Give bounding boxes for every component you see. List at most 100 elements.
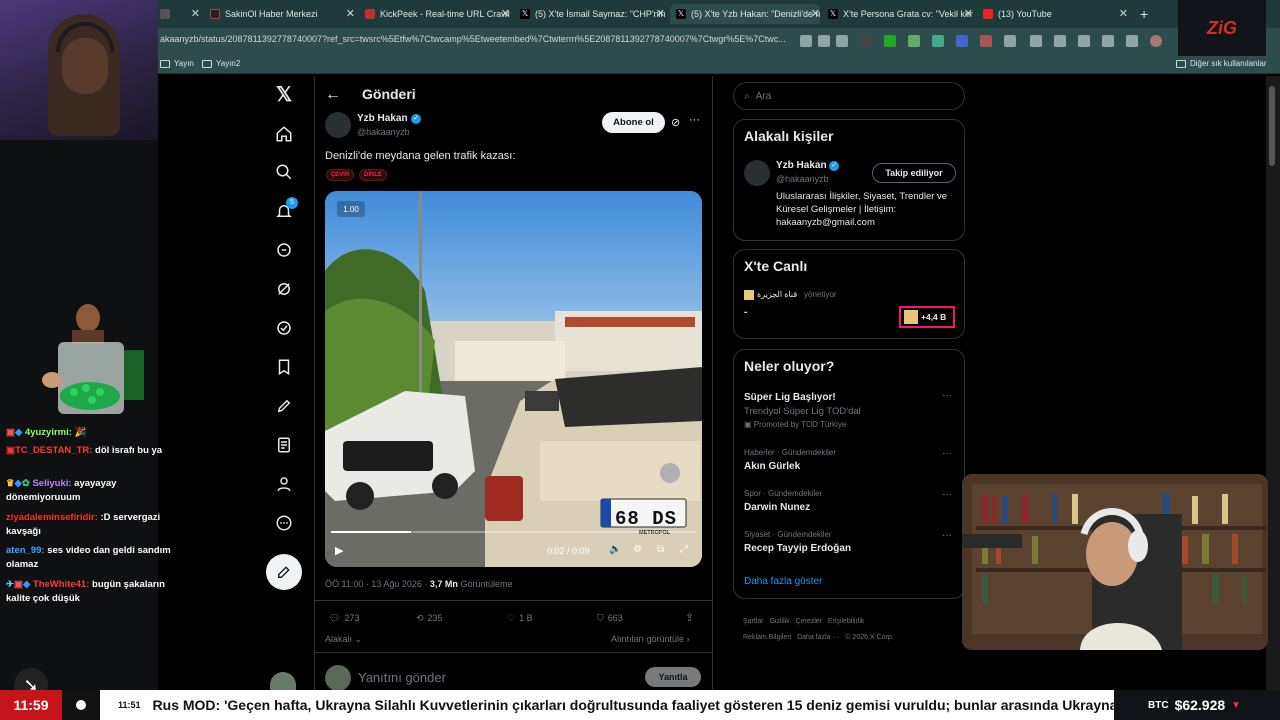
split-screen-icon[interactable] (1030, 35, 1042, 47)
repost-icon: ⟲ (416, 613, 424, 623)
compose-button[interactable] (266, 554, 302, 590)
reader-icon[interactable] (800, 35, 812, 47)
playback-speed[interactable]: 1.00 (337, 201, 365, 217)
url-text[interactable]: akaanyzb/status/2087811392778740007?ref_… (160, 34, 786, 44)
listen-chip[interactable]: DİNLE (359, 169, 387, 181)
person-handle[interactable]: @hakaanyzb (776, 174, 829, 184)
scrollbar[interactable] (1266, 76, 1280, 690)
home-icon[interactable] (272, 122, 296, 146)
reply-submit-button[interactable]: Yanıtla (645, 667, 701, 687)
extension-icon[interactable] (932, 35, 944, 47)
scrollbar-thumb[interactable] (1269, 86, 1275, 166)
notifications-icon[interactable]: 5 (272, 197, 298, 223)
chat-message: ▣◆ 4yuzyirmi: 🎉 (6, 427, 87, 438)
translate-chip[interactable]: ÇEVİR (326, 169, 354, 181)
live-listeners[interactable]: +4,4 B (899, 306, 955, 328)
search-box[interactable]: ⌕ Ara (733, 82, 965, 110)
bookmark-yayin2[interactable]: Yayın2 (202, 59, 240, 68)
share-icon[interactable]: ⇪ (685, 611, 694, 624)
favorites-icon[interactable] (1054, 35, 1066, 47)
address-bar[interactable]: akaanyzb/status/2087811392778740007?ref_… (0, 28, 1280, 54)
account-avatar[interactable] (270, 672, 296, 690)
video-player[interactable]: 1.00 68 DS METROPOL ▶ 0:02 / 0:09 🔈 ⚙ ⧉ … (325, 191, 702, 567)
more-options-icon[interactable]: ··· (689, 114, 700, 126)
rocket-icon[interactable] (272, 394, 296, 418)
trend-item[interactable]: Süper Lig Başlıyor! Trendyol Süper Lig T… (734, 388, 964, 438)
bookmarks-icon[interactable] (272, 355, 296, 379)
lists-icon[interactable] (272, 433, 296, 457)
verified-icon[interactable] (272, 316, 296, 340)
page-title: Gönderi (362, 86, 416, 102)
extension-icon[interactable] (980, 35, 992, 47)
downloads-icon[interactable] (1126, 35, 1138, 47)
extension-icon[interactable] (908, 35, 920, 47)
fullscreen-icon[interactable]: ⤢ (680, 544, 688, 555)
close-icon[interactable]: ✕ (346, 7, 355, 20)
view-quotes-link[interactable]: Alıntıları görüntüle › (611, 634, 690, 644)
x-logo-icon[interactable]: 𝕏 (272, 82, 296, 106)
stream-clock: 11:59 (0, 690, 62, 720)
close-icon[interactable]: ✕ (501, 7, 510, 20)
grok-icon[interactable]: ⊘ (671, 116, 680, 129)
more-icon[interactable] (272, 511, 296, 535)
grok-icon[interactable] (272, 238, 296, 262)
show-more-link[interactable]: Daha fazla göster (744, 576, 822, 587)
author-handle[interactable]: @hakaanyzb (357, 127, 410, 137)
collections-icon[interactable] (1078, 35, 1090, 47)
tab-kickpeek[interactable]: KickPeek - Real-time URL Crawler ✕ (365, 4, 510, 24)
tab-pinned[interactable]: ✕ (160, 4, 200, 24)
extension-icon[interactable] (860, 35, 872, 47)
bookmark-button[interactable]: ⛉ 663 (597, 613, 623, 624)
tab-youtube[interactable]: (13) YouTube ✕ (983, 4, 1128, 24)
author-avatar[interactable] (325, 112, 351, 138)
tab-yzb-hakan[interactable]: 𝕏 (5) X'te Yzb Hakan: "Denizli'de m... ✕ (670, 4, 820, 24)
video-progress-track[interactable] (331, 531, 696, 533)
extension-icon[interactable] (956, 35, 968, 47)
settings-icon[interactable]: ⚙ (633, 544, 642, 555)
card-title: Alakalı kişiler (744, 128, 834, 144)
host-name[interactable]: قناة الجزيرة (757, 290, 797, 299)
trend-item[interactable]: Spor · Gündemdekiler Darwin Nunez ··· (734, 489, 964, 525)
subscribe-button[interactable]: Abone ol (602, 112, 665, 133)
volume-icon[interactable]: 🔈 (609, 544, 621, 555)
following-button[interactable]: Takip ediliyor (872, 163, 956, 183)
tab-sakinol[interactable]: SakinOl Haber Merkezi ✕ (210, 4, 355, 24)
profile-icon[interactable] (272, 472, 296, 496)
reply-input[interactable]: Yanıtını gönder (358, 670, 446, 685)
communities-icon[interactable] (272, 277, 296, 301)
trend-item[interactable]: Siyaset · Gündemdekiler Recep Tayyip Erd… (734, 530, 964, 566)
play-icon[interactable]: ▶ (335, 544, 343, 557)
extensions-puzzle-icon[interactable] (1004, 35, 1016, 47)
close-icon[interactable]: ✕ (1119, 7, 1128, 20)
close-icon[interactable]: ✕ (811, 7, 820, 20)
more-options-icon[interactable]: ··· (942, 530, 952, 541)
more-options-icon[interactable]: ··· (942, 448, 952, 459)
bookmark-other[interactable]: Diğer sık kullanılanlar (1176, 59, 1266, 68)
star-icon[interactable] (836, 35, 848, 47)
tab-persona-grata[interactable]: 𝕏 X'te Persona Grata cv: "Vekil kimi... ✕ (828, 4, 973, 24)
close-icon[interactable]: ✕ (656, 7, 665, 20)
person-avatar[interactable] (744, 160, 770, 186)
search-input[interactable]: Ara (756, 91, 772, 102)
trend-item[interactable]: Haberler · Gündemdekiler Akın Gürlek ··· (734, 448, 964, 484)
like-button[interactable]: ♡ 1 B (507, 613, 533, 624)
read-aloud-icon[interactable] (818, 35, 830, 47)
more-options-icon[interactable]: ··· (942, 390, 952, 401)
search-icon[interactable] (272, 160, 296, 184)
pip-icon[interactable]: ⧉ (657, 544, 664, 555)
back-arrow-icon[interactable]: ← (325, 86, 341, 104)
reply-button[interactable]: 💬︎ 273 (329, 613, 359, 624)
person-name[interactable]: Yzb Hakan (776, 160, 827, 171)
repost-button[interactable]: ⟲ 235 (416, 613, 443, 624)
bookmark-yayin[interactable]: Yayın (160, 59, 194, 68)
heart-rate-icon[interactable] (1102, 35, 1114, 47)
tab-ismail-saymaz[interactable]: 𝕏 (5) X'te İsmail Saymaz: "CHP'nin ... ✕ (520, 4, 665, 24)
new-tab-button[interactable]: + (1140, 4, 1154, 24)
author-name[interactable]: Yzb Hakan (357, 113, 408, 124)
close-icon[interactable]: ✕ (964, 7, 973, 20)
listener-avatar (904, 310, 918, 324)
more-options-icon[interactable]: ··· (942, 489, 952, 500)
extension-icon[interactable] (884, 35, 896, 47)
related-dropdown[interactable]: Alakalı ⌄ (325, 634, 362, 645)
profile-avatar[interactable] (1150, 35, 1162, 47)
